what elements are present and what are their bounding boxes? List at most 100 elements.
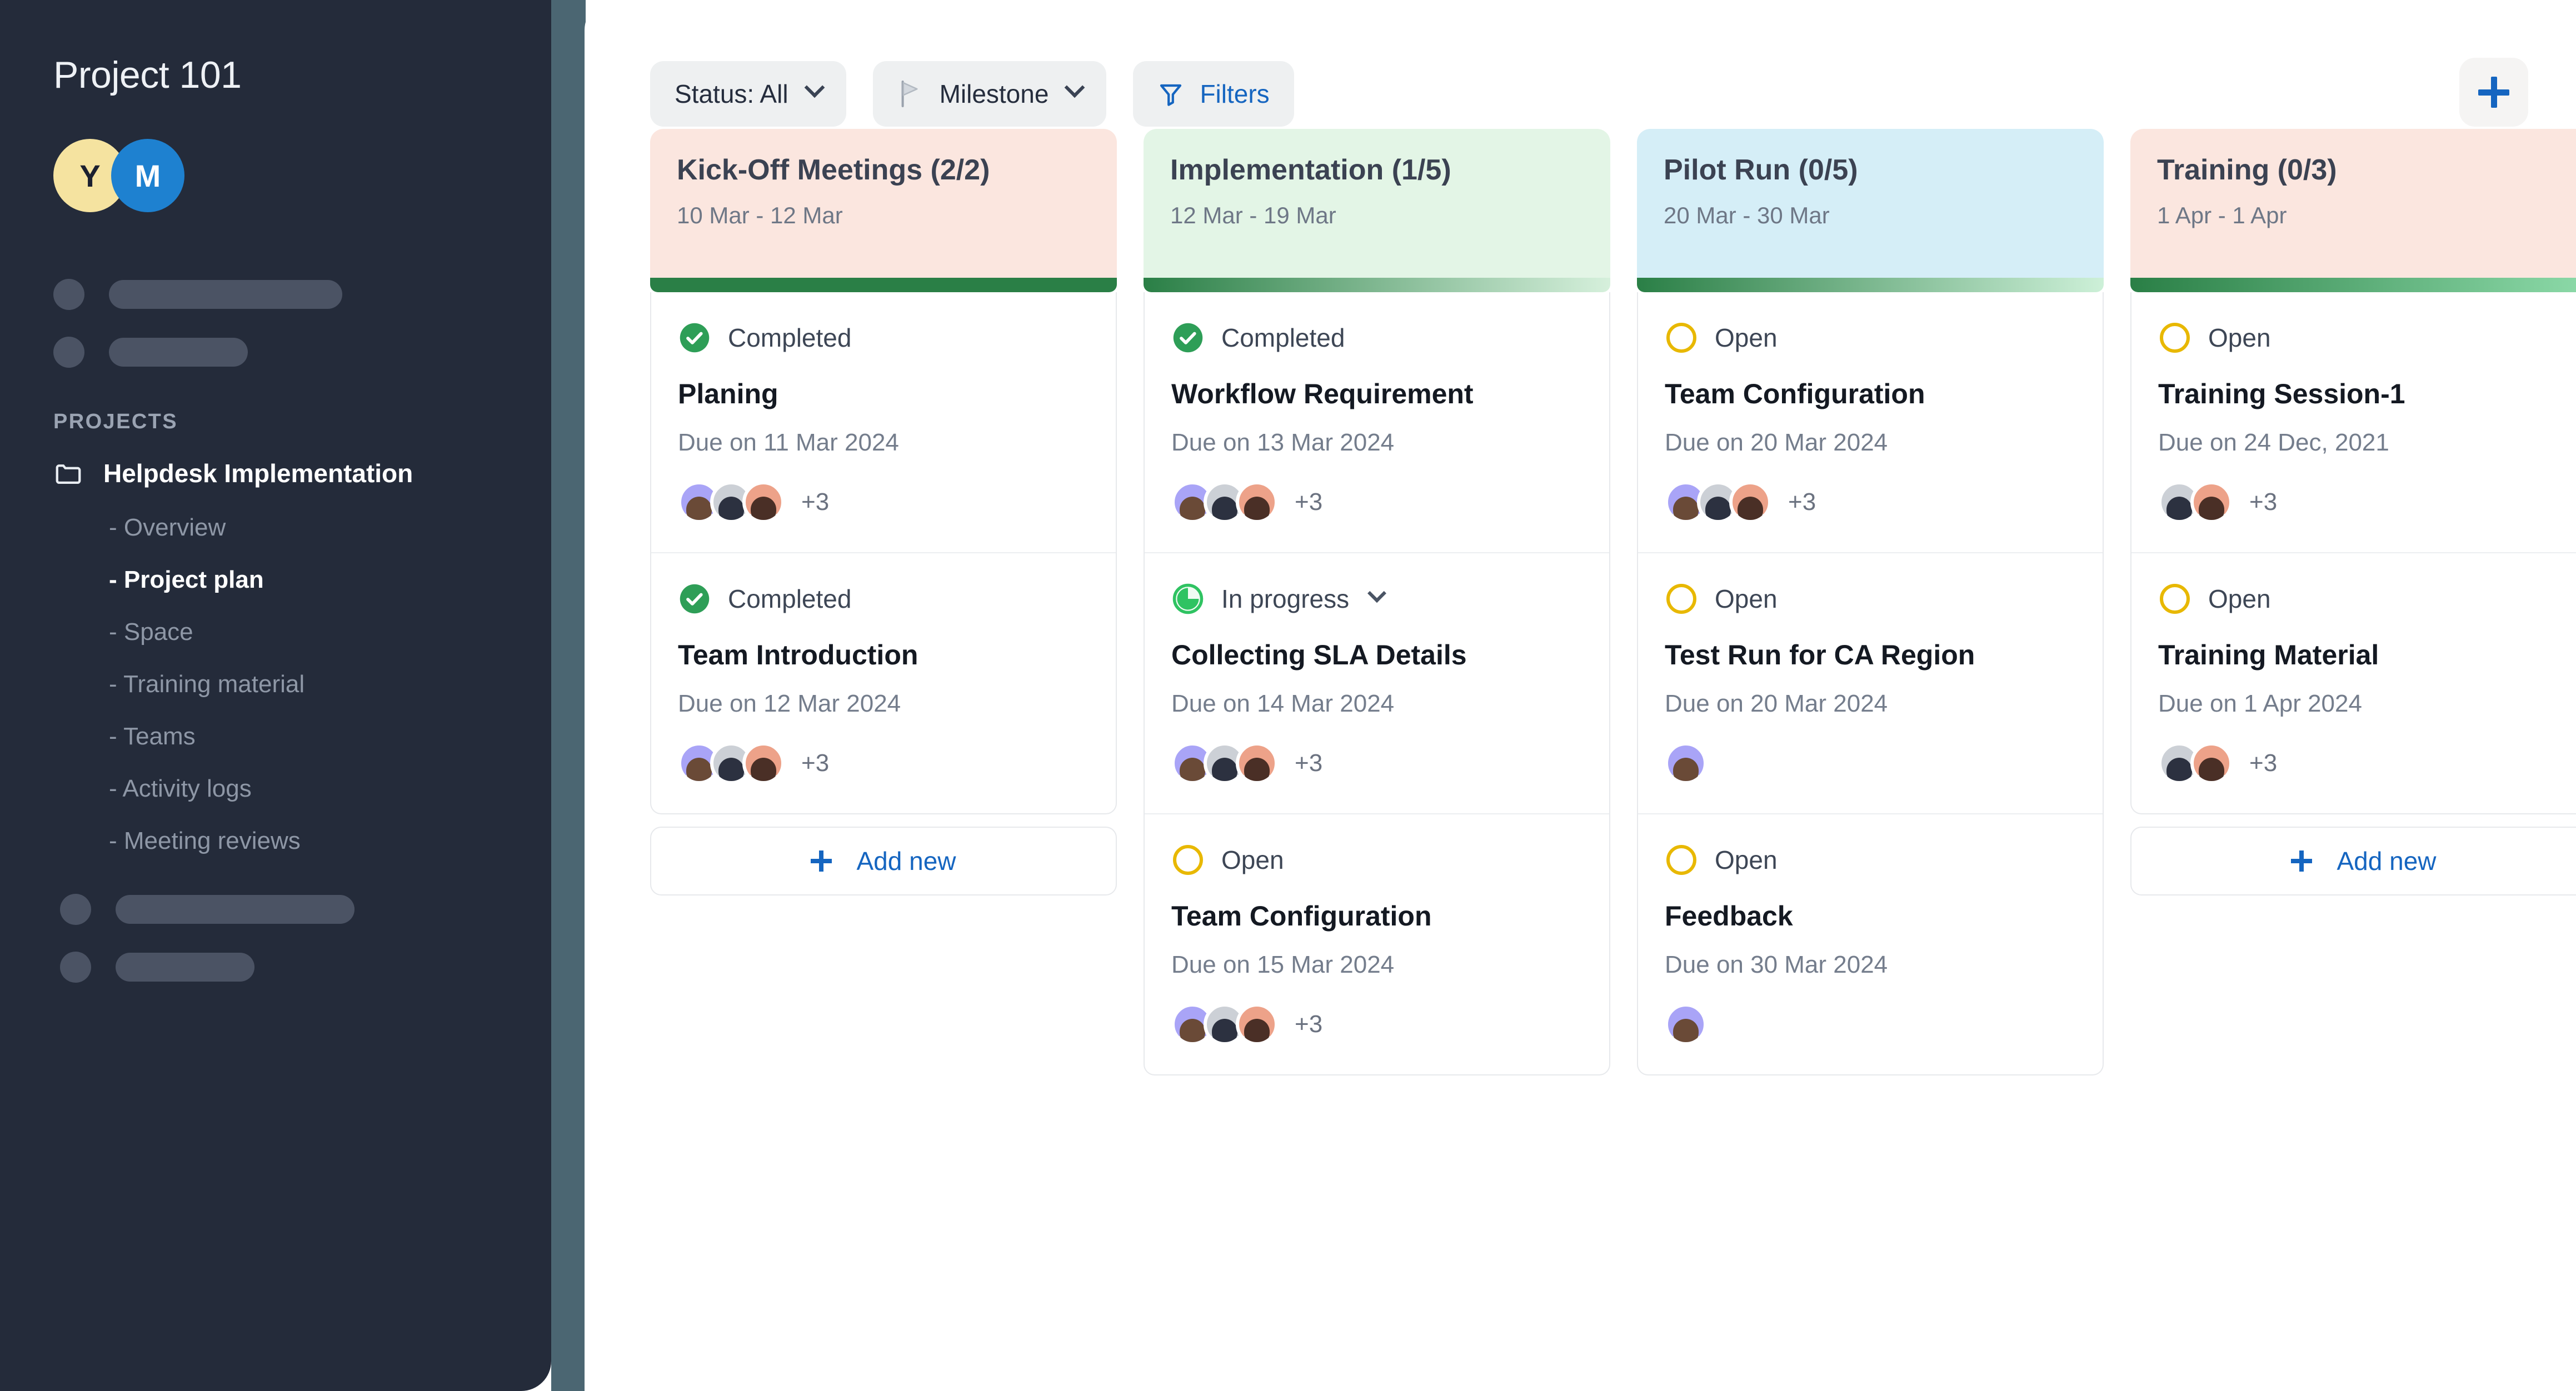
task-status[interactable]: Completed	[678, 582, 1089, 616]
task-due-date: Due on 14 Mar 2024	[1171, 690, 1582, 718]
task-due-date: Due on 12 Mar 2024	[678, 690, 1089, 718]
avatar-face	[1212, 758, 1237, 783]
column-header[interactable]: Training (0/3) 1 Apr - 1 Apr	[2130, 129, 2576, 278]
avatar[interactable]	[1665, 1003, 1707, 1045]
sidebar-item-space[interactable]: - Space	[109, 618, 498, 646]
task-status-label: Completed	[728, 323, 851, 353]
avatar-face	[1180, 1019, 1205, 1044]
task-status[interactable]: Open	[1665, 843, 2076, 877]
plus-icon	[2478, 77, 2509, 108]
task-card[interactable]: In progress Collecting SLA Details Due o…	[1145, 553, 1609, 814]
milestone-filter-button[interactable]: Milestone	[873, 61, 1107, 127]
task-due-date: Due on 15 Mar 2024	[1171, 951, 1582, 979]
task-due-date: Due on 13 Mar 2024	[1171, 429, 1582, 457]
column-header[interactable]: Implementation (1/5) 12 Mar - 19 Mar	[1144, 129, 1610, 278]
task-status[interactable]: Open	[1171, 843, 1582, 877]
app-root: Project 101 Y M PROJECTS Helpdesk Implem…	[0, 0, 2576, 1391]
add-new-task-button[interactable]: Add new	[650, 827, 1117, 895]
task-card[interactable]: Completed Workflow Requirement Due on 13…	[1145, 292, 1609, 553]
check-circle-icon	[1171, 321, 1205, 354]
avatar-face	[751, 497, 776, 522]
avatar-face	[2199, 758, 2224, 783]
task-due-date: Due on 11 Mar 2024	[678, 429, 1089, 457]
task-card[interactable]: Open Test Run for CA Region Due on 20 Ma…	[1638, 553, 2103, 814]
column-title: Training (0/3)	[2157, 153, 2570, 187]
avatar-face	[1212, 1019, 1237, 1044]
chevron-down-icon	[1065, 77, 1085, 98]
assignee-overflow-count: +3	[2249, 488, 2277, 516]
task-status[interactable]: Completed	[1171, 321, 1582, 354]
task-status[interactable]: Open	[1665, 582, 2076, 616]
sidebar-item-activity-logs[interactable]: - Activity logs	[109, 775, 498, 803]
avatar-face	[1212, 497, 1237, 522]
task-status[interactable]: In progress	[1171, 582, 1582, 616]
task-card[interactable]: Open Team Configuration Due on 15 Mar 20…	[1145, 814, 1609, 1074]
avatar[interactable]	[1236, 481, 1278, 523]
add-new-task-label: Add new	[2337, 846, 2436, 876]
add-milestone-button[interactable]	[2459, 58, 2528, 127]
sidebar-section-label: PROJECTS	[53, 410, 498, 434]
filters-button[interactable]: Filters	[1133, 61, 1294, 127]
task-assignees: +3	[2158, 481, 2569, 523]
column-card-list: Open Team Configuration Due on 20 Mar 20…	[1637, 292, 2104, 1075]
avatar[interactable]	[2190, 742, 2233, 784]
avatar[interactable]	[2190, 481, 2233, 523]
avatar[interactable]	[1729, 481, 1771, 523]
column-date-range: 1 Apr - 1 Apr	[2157, 202, 2570, 229]
board-column: Pilot Run (0/5) 20 Mar - 30 Mar Open Tea…	[1637, 129, 2104, 1075]
add-new-task-button[interactable]: Add new	[2130, 827, 2576, 895]
sidebar-item-overview[interactable]: - Overview	[109, 514, 498, 542]
assignee-overflow-count: +3	[1295, 1010, 1322, 1038]
skeleton-nav-item	[53, 279, 498, 310]
task-title: Collecting SLA Details	[1171, 639, 1582, 671]
board-column: Training (0/3) 1 Apr - 1 Apr Open Traini…	[2130, 129, 2576, 895]
task-card[interactable]: Open Training Material Due on 1 Apr 2024…	[2131, 553, 2576, 813]
chevron-down-icon	[804, 77, 825, 98]
member-avatar-m[interactable]: M	[111, 139, 184, 212]
folder-icon	[53, 458, 83, 488]
task-card[interactable]: Open Training Session-1 Due on 24 Dec, 2…	[2131, 292, 2576, 553]
avatar-face	[2166, 758, 2192, 783]
folder-label: Helpdesk Implementation	[103, 458, 413, 488]
avatar-face	[686, 758, 712, 783]
sidebar-item-project-plan[interactable]: - Project plan	[109, 566, 498, 594]
column-header[interactable]: Pilot Run (0/5) 20 Mar - 30 Mar	[1637, 129, 2104, 278]
task-title: Team Introduction	[678, 639, 1089, 671]
task-card[interactable]: Open Team Configuration Due on 20 Mar 20…	[1638, 292, 2103, 553]
task-status[interactable]: Open	[2158, 321, 2569, 354]
circle-outline-icon	[1665, 843, 1698, 877]
avatar-face	[1673, 758, 1699, 783]
sidebar-item-teams[interactable]: - Teams	[109, 723, 498, 750]
sidebar-item-meeting-reviews[interactable]: - Meeting reviews	[109, 827, 498, 855]
add-new-task-label: Add new	[856, 846, 956, 876]
task-status[interactable]: Open	[2158, 582, 2569, 616]
avatar[interactable]	[742, 742, 785, 784]
task-title: Test Run for CA Region	[1665, 639, 2076, 671]
sidebar-item-training-material[interactable]: - Training material	[109, 671, 498, 698]
assignee-overflow-count: +3	[1295, 749, 1322, 777]
task-title: Training Session-1	[2158, 378, 2569, 410]
column-header[interactable]: Kick-Off Meetings (2/2) 10 Mar - 12 Mar	[650, 129, 1117, 278]
column-card-list: Completed Workflow Requirement Due on 13…	[1144, 292, 1610, 1075]
avatar[interactable]	[1236, 1003, 1278, 1045]
task-assignees: +3	[1171, 1003, 1582, 1045]
chevron-down-icon[interactable]	[1367, 584, 1386, 603]
panel-gap-stripe	[551, 0, 586, 1391]
check-circle-icon	[678, 321, 711, 354]
task-assignees: +3	[678, 481, 1089, 523]
task-status[interactable]: Open	[1665, 321, 2076, 354]
task-card[interactable]: Completed Team Introduction Due on 12 Ma…	[651, 553, 1116, 813]
task-card[interactable]: Completed Planing Due on 11 Mar 2024 +3	[651, 292, 1116, 553]
status-filter-button[interactable]: Status: All	[650, 61, 846, 127]
milestone-label: Milestone	[940, 79, 1049, 109]
task-card[interactable]: Open Feedback Due on 30 Mar 2024	[1638, 814, 2103, 1074]
circle-outline-icon	[2158, 582, 2191, 616]
avatar[interactable]	[742, 481, 785, 523]
task-due-date: Due on 20 Mar 2024	[1665, 429, 2076, 457]
avatar[interactable]	[1236, 742, 1278, 784]
avatar[interactable]	[1665, 742, 1707, 784]
sidebar-item-helpdesk-implementation[interactable]: Helpdesk Implementation	[53, 458, 498, 488]
column-date-range: 12 Mar - 19 Mar	[1170, 202, 1584, 229]
task-title: Team Configuration	[1665, 378, 2076, 410]
task-status[interactable]: Completed	[678, 321, 1089, 354]
